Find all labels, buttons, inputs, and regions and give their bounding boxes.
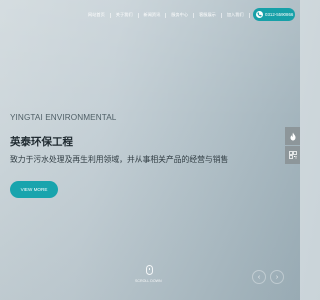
hero-en-title: YINGTAI ENVIRONMENTAL <box>10 113 117 122</box>
nav-item-join[interactable]: 加入我们 <box>225 11 246 19</box>
side-tool-hot[interactable] <box>285 127 300 145</box>
phone-button[interactable]: 0312-5590866 <box>253 8 295 21</box>
side-tool-qrcode[interactable] <box>285 146 300 164</box>
mouse-icon[interactable] <box>146 265 153 275</box>
nav-item-news[interactable]: 新闻资讯 <box>142 11 163 19</box>
nav-item-home[interactable]: 网站首页 <box>86 11 107 19</box>
nav-divider <box>137 12 139 18</box>
hero-subtitle: 致力于污水处理及再生利用领域，并从事相关产品的经营与销售 <box>10 155 229 164</box>
carousel-next-button[interactable]: › <box>270 270 284 284</box>
phone-icon <box>256 11 263 18</box>
nav-item-services[interactable]: 服务中心 <box>169 11 190 19</box>
nav-item-cases[interactable]: 客服展示 <box>197 11 218 19</box>
nav-divider <box>165 12 167 18</box>
hero-background <box>0 0 300 300</box>
chevron-left-icon: ‹ <box>257 273 261 281</box>
scroll-down-label: SCROLL DOWN <box>135 279 162 283</box>
view-more-button[interactable]: VIEW MORE <box>10 181 58 198</box>
side-toolbar <box>285 127 300 164</box>
main-nav: 网站首页 关于我们 新闻资讯 服务中心 客服展示 加入我们 联系我们 <box>86 11 273 19</box>
nav-divider <box>193 12 195 18</box>
chevron-right-icon: › <box>275 273 279 281</box>
nav-divider <box>220 12 222 18</box>
nav-divider <box>109 12 111 18</box>
nav-divider <box>248 12 250 18</box>
flame-icon <box>290 132 295 140</box>
nav-item-about[interactable]: 关于我们 <box>114 11 135 19</box>
qr-code-icon <box>288 151 297 159</box>
hero-cn-title: 英泰环保工程 <box>10 136 73 148</box>
phone-number: 0312-5590866 <box>265 12 294 17</box>
carousel-prev-button[interactable]: ‹ <box>252 270 266 284</box>
